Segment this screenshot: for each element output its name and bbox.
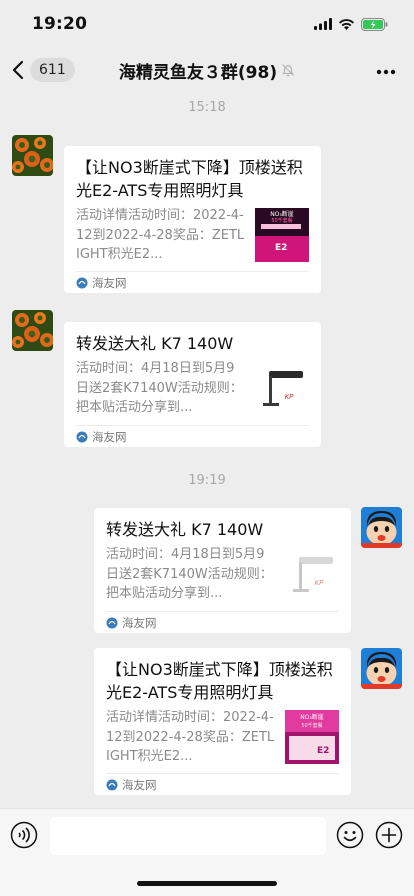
time-separator: 19:19 [188,473,226,488]
cartoon-avatar-image [361,648,402,689]
thumb-text: NO₃断崖 [270,210,294,218]
cartoon-avatar-image [361,507,402,548]
status-icons [314,17,388,31]
link-card[interactable]: 【让NO3断崖式下降】顶楼送积光E2-ATS专用照明灯具 活动详情活动时间：20… [64,146,321,293]
time-separator: 15:18 [188,100,226,115]
wifi-icon [339,19,354,30]
voice-button[interactable] [10,821,38,853]
coral-avatar-image [12,310,53,351]
card-title: 转发送大礼 K7 140W [106,520,264,539]
card-thumbnail: NO₃断崖 50千套餐 E2 [285,710,339,764]
source-name: 海友网 [92,275,127,290]
source-logo-icon [76,277,88,288]
my-avatar[interactable] [361,648,402,689]
source-name: 海友网 [122,777,157,792]
source-name: 海友网 [92,429,127,444]
thumb-text: E2 [275,243,287,253]
battery-icon [361,17,388,31]
plus-icon [375,821,403,849]
more-icon [376,69,396,75]
card-description: 活动时间：4月18日到5月9日送2套K7140W活动规则：把本贴活动分享到... [76,361,243,415]
coral-avatar-image [12,135,53,176]
source-logo-icon [76,431,88,442]
thumb-text: 50千套餐 [271,217,292,224]
link-card[interactable]: 转发送大礼 K7 140W 活动时间：4月18日到5月9日送2套K7140W活动… [94,508,351,633]
card-source: 海友网 [76,271,309,293]
message-input[interactable] [50,817,326,855]
link-card[interactable]: 【让NO3断崖式下降】顶楼送积光E2-ATS专用照明灯具 活动详情活动时间：20… [94,648,351,795]
thumb-text: NO₃断崖 [300,713,324,721]
card-source: 海友网 [106,773,339,795]
source-name: 海友网 [122,615,157,630]
status-time: 19:20 [32,14,88,34]
more-functions-button[interactable] [375,821,403,853]
thumb-text: E2 [317,746,329,756]
thumb-text: 50千套餐 [301,722,322,729]
card-thumbnail: KP [255,361,309,415]
card-title: 【让NO3断崖式下降】顶楼送积光E2-ATS专用照明灯具 [106,660,333,702]
link-card[interactable]: 转发送大礼 K7 140W 活动时间：4月18日到5月9日送2套K7140W活动… [64,322,321,447]
card-description: 活动时间：4月18日到5月9日送2套K7140W活动规则：把本贴活动分享到... [106,547,273,601]
chat-title: 海精灵鱼友３群(98) [118,62,278,83]
thumb-text: KP [285,393,295,401]
source-logo-icon [106,617,118,628]
status-bar: 19:20 [0,0,414,48]
home-indicator[interactable] [137,881,277,886]
nav-bar: 611 海精灵鱼友３群(98) [0,48,414,92]
my-avatar[interactable] [361,507,402,548]
voice-icon [10,821,38,849]
emoji-button[interactable] [336,821,364,853]
source-logo-icon [106,779,118,790]
more-button[interactable] [376,60,396,79]
card-source: 海友网 [76,425,309,447]
unread-count-badge: 611 [30,58,75,82]
card-description: 活动详情活动时间：2022-4-12到2022-4-28奖品：ZETLIGHT积… [106,710,275,764]
sender-avatar[interactable] [12,310,53,351]
chevron-left-icon [12,60,24,80]
chat-title-area[interactable]: 海精灵鱼友３群(98) [90,56,324,84]
card-title: 转发送大礼 K7 140W [76,334,234,353]
signal-icon [314,18,332,30]
card-title: 【让NO3断崖式下降】顶楼送积光E2-ATS专用照明灯具 [76,158,303,200]
card-description: 活动详情活动时间：2022-4-12到2022-4-28奖品：ZETLIGHT积… [76,208,245,262]
mute-bell-icon [282,64,294,77]
card-thumbnail: KP [285,547,339,601]
thumb-text: KP [315,579,325,587]
emoji-icon [336,821,364,849]
back-button[interactable]: 611 [12,56,75,84]
card-thumbnail: NO₃断崖 50千套餐 E2 [255,208,309,262]
sender-avatar[interactable] [12,135,53,176]
card-source: 海友网 [106,611,339,633]
